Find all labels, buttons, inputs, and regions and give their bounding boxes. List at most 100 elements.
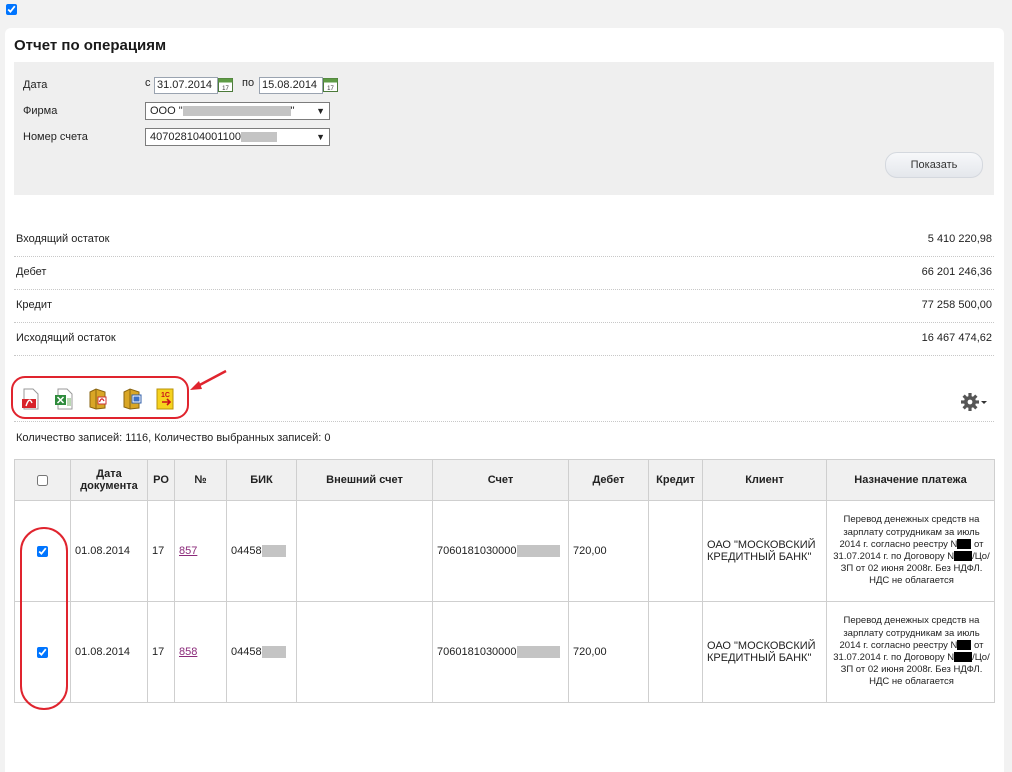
firm-label: Фирма <box>23 105 58 117</box>
column-header-debit[interactable]: Дебет <box>568 459 649 501</box>
row-checkbox[interactable] <box>37 646 48 658</box>
column-header-bik[interactable]: БИК <box>226 459 297 501</box>
top-checkbox[interactable] <box>6 4 17 15</box>
show-button[interactable]: Показать <box>885 152 983 178</box>
balance-label: Кредит <box>16 299 53 311</box>
chevron-down-icon: ▼ <box>316 106 325 116</box>
cell-num: 858 <box>174 601 227 703</box>
account-value: 7060181030000 <box>437 544 517 557</box>
column-header-credit[interactable]: Кредит <box>648 459 703 501</box>
balance-row-credit: Кредит 77 258 500,00 <box>14 290 994 323</box>
table-row[interactable]: 01.08.2014 17 858 04458 7060181030000 72… <box>14 601 995 703</box>
firm-select[interactable]: ООО " " ▼ <box>145 102 330 120</box>
document-link[interactable]: 857 <box>179 545 197 557</box>
page-title: Отчет по операциям <box>14 37 167 54</box>
cell-account: 7060181030000 <box>432 500 569 602</box>
column-header-ext-account[interactable]: Внешний счет <box>296 459 433 501</box>
row-checkbox[interactable] <box>37 545 48 557</box>
column-header-client[interactable]: Клиент <box>702 459 827 501</box>
balance-label: Исходящий остаток <box>16 332 116 344</box>
calendar-to-icon[interactable]: 17 <box>323 77 338 92</box>
account-select[interactable]: 407028104001100 ▼ <box>145 128 330 146</box>
purpose-text-4: 02 июня 2008г. Без НДФЛ. НДС не облагает… <box>867 563 983 587</box>
bik-value: 04458 <box>231 645 262 658</box>
gear-icon[interactable] <box>960 391 988 413</box>
redacted-account <box>516 646 560 659</box>
balance-value: 77 258 500,00 <box>921 299 992 311</box>
balance-row-debit: Дебет 66 201 246,36 <box>14 257 994 290</box>
toolbar-divider <box>14 421 994 422</box>
svg-text:17: 17 <box>222 86 229 92</box>
cell-client: ОАО "МОСКОВСКИЙ КРЕДИТНЫЙ БАНК" <box>702 500 827 602</box>
table-header-row: Дата документа РО № БИК Внешний счет Сче… <box>14 459 995 501</box>
word-archive-export-icon[interactable] <box>122 388 142 410</box>
column-header-account[interactable]: Счет <box>432 459 569 501</box>
cell-ro: 17 <box>147 500 175 602</box>
cell-client: ОАО "МОСКОВСКИЙ КРЕДИТНЫЙ БАНК" <box>702 601 827 703</box>
excel-export-icon[interactable] <box>54 388 74 410</box>
bik-value: 04458 <box>231 544 262 557</box>
annotation-arrow-icon <box>190 369 227 390</box>
date-to-prefix: по <box>242 77 255 89</box>
balance-label: Дебет <box>16 266 47 278</box>
date-from-prefix: с <box>145 77 151 89</box>
row-select-cell <box>14 601 71 703</box>
cell-purpose: Перевод денежных средств на зарплату сот… <box>826 601 995 703</box>
redacted-registry <box>957 539 972 550</box>
column-header-purpose[interactable]: Назначение платежа <box>826 459 995 501</box>
date-from-input[interactable]: 31.07.2014 <box>154 77 218 94</box>
cell-ext-account <box>296 500 433 602</box>
cell-date: 01.08.2014 <box>70 601 148 703</box>
cell-account: 7060181030000 <box>432 601 569 703</box>
document-link[interactable]: 858 <box>179 646 197 658</box>
redacted-bik <box>261 646 286 659</box>
select-all-checkbox[interactable] <box>37 474 48 486</box>
redacted-registry <box>957 640 972 651</box>
chevron-down-icon: ▼ <box>316 132 325 142</box>
records-summary: Количество записей: 1116, Количество выб… <box>16 432 331 444</box>
row-select-cell <box>14 500 71 602</box>
column-header-num[interactable]: № <box>174 459 227 501</box>
redacted-account <box>240 132 277 143</box>
firm-value-end: " <box>290 105 295 117</box>
firm-value-start: ООО " <box>150 105 183 117</box>
date-label: Дата <box>23 79 48 91</box>
cell-debit: 720,00 <box>568 601 649 703</box>
redacted-account <box>516 545 560 558</box>
date-to-input[interactable]: 15.08.2014 <box>259 77 323 94</box>
purpose-text-4: 02 июня 2008г. Без НДФЛ. НДС не облагает… <box>867 664 983 688</box>
svg-text:17: 17 <box>327 86 334 92</box>
cell-ext-account <box>296 601 433 703</box>
balance-value: 16 467 474,62 <box>921 332 992 344</box>
balance-value: 66 201 246,36 <box>921 266 992 278</box>
operations-table: Дата документа РО № БИК Внешний счет Сче… <box>14 459 995 703</box>
filter-panel: Дата с 31.07.2014 17 по 15.08.2014 17 Фи… <box>14 62 994 195</box>
column-header-date[interactable]: Дата документа <box>70 459 148 501</box>
cell-date: 01.08.2014 <box>70 500 148 602</box>
cell-bik: 04458 <box>226 500 297 602</box>
table-row[interactable]: 01.08.2014 17 857 04458 7060181030000 72… <box>14 500 995 602</box>
account-value: 407028104001100 <box>150 131 241 143</box>
report-panel: Отчет по операциям Дата с 31.07.2014 17 … <box>5 28 1004 772</box>
cell-credit <box>648 500 703 602</box>
account-label: Номер счета <box>23 131 88 143</box>
svg-text:1C: 1C <box>161 392 170 399</box>
balance-row-outgoing: Исходящий остаток 16 467 474,62 <box>14 323 994 356</box>
redacted-contract <box>954 551 973 562</box>
select-all-header <box>14 459 71 501</box>
balance-label: Входящий остаток <box>16 233 110 245</box>
cell-bik: 04458 <box>226 601 297 703</box>
redacted-bik <box>261 545 286 558</box>
cell-num: 857 <box>174 500 227 602</box>
column-header-ro[interactable]: РО <box>147 459 175 501</box>
pdf-export-icon[interactable] <box>20 388 40 410</box>
1c-export-icon[interactable]: 1C <box>156 388 176 410</box>
cell-purpose: Перевод денежных средств на зарплату сот… <box>826 500 995 602</box>
redacted-contract <box>954 652 973 663</box>
cell-ro: 17 <box>147 601 175 703</box>
pdf-archive-export-icon[interactable] <box>88 388 108 410</box>
calendar-from-icon[interactable]: 17 <box>218 77 233 92</box>
account-value: 7060181030000 <box>437 645 517 658</box>
redacted-firm-name <box>182 106 291 117</box>
cell-credit <box>648 601 703 703</box>
